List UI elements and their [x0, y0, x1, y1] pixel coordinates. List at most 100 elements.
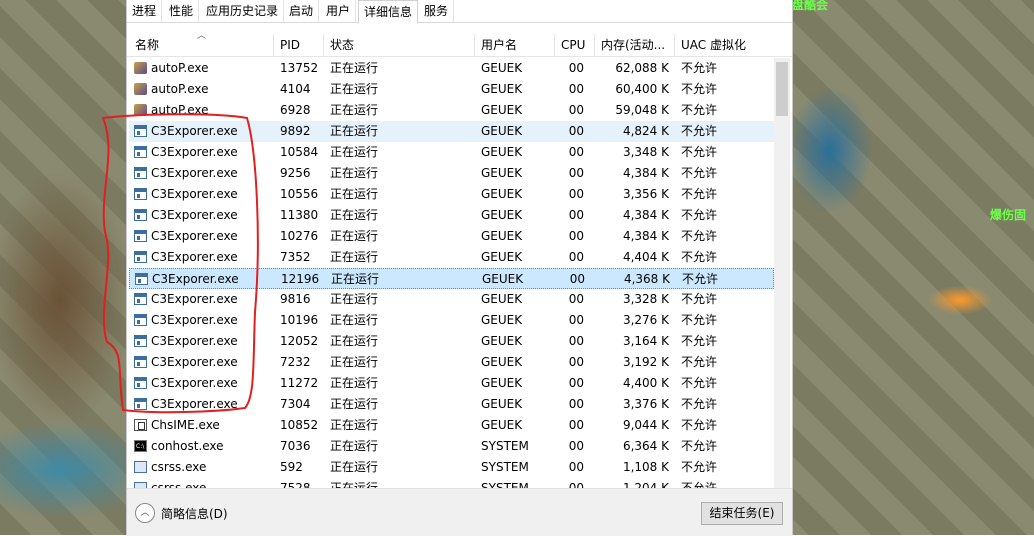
process-row[interactable]: csrss.exe 592 正在运行 SYSTEM 00 1,108 K 不允许	[129, 457, 774, 478]
process-username: GEUEK	[481, 250, 523, 264]
process-username: GEUEK	[482, 272, 524, 286]
tab-bar: 进程 性能 应用历史记录 启动 用户 详细信息 服务	[127, 0, 792, 24]
process-uac: 不允许	[681, 460, 718, 474]
process-cpu: 00	[568, 208, 584, 222]
process-cpu: 00	[568, 250, 584, 264]
process-uac: 不允许	[681, 82, 718, 96]
process-memory: 3,192 K	[622, 355, 669, 369]
process-status: 正在运行	[330, 481, 379, 488]
process-status: 正在运行	[330, 376, 379, 390]
process-name: ChsIME.exe	[151, 418, 220, 432]
process-username: GEUEK	[481, 166, 523, 180]
process-uac: 不允许	[681, 439, 718, 453]
column-header-username[interactable]: 用户名	[474, 34, 554, 56]
process-uac: 不允许	[681, 166, 718, 180]
process-cpu: 00	[569, 272, 585, 286]
process-status: 正在运行	[330, 334, 379, 348]
column-header-uac[interactable]: UAC 虚拟化	[674, 34, 774, 56]
process-memory: 4,384 K	[622, 166, 669, 180]
process-cpu: 00	[568, 166, 584, 180]
process-username: GEUEK	[481, 61, 523, 75]
process-row[interactable]: autoP.exe 13752 正在运行 GEUEK 00 62,088 K 不允许	[129, 58, 774, 79]
column-header-row: 名称 PID 状态 用户名 CPU 内存(活动... UAC 虚拟化	[127, 34, 792, 57]
process-status: 正在运行	[330, 460, 379, 474]
background-label-right: 爆伤固	[990, 208, 1027, 222]
process-memory: 4,404 K	[622, 250, 669, 264]
process-memory: 3,328 K	[622, 292, 669, 306]
process-uac: 不允许	[681, 61, 718, 75]
column-header-pid[interactable]: PID	[273, 34, 323, 56]
process-row[interactable]: autoP.exe 4104 正在运行 GEUEK 00 60,400 K 不允许	[129, 79, 774, 100]
process-username: GEUEK	[481, 292, 523, 306]
process-pid: 7036	[280, 439, 311, 453]
process-cpu: 00	[568, 355, 584, 369]
process-cpu: 00	[568, 145, 584, 159]
process-status: 正在运行	[330, 103, 379, 117]
tab-services[interactable]: 服务	[419, 0, 455, 22]
vertical-scrollbar[interactable]: ▲	[774, 58, 790, 488]
process-name: autoP.exe	[151, 82, 209, 96]
process-status: 正在运行	[330, 397, 379, 411]
process-uac: 不允许	[681, 355, 718, 369]
process-username: GEUEK	[481, 187, 523, 201]
process-uac: 不允许	[681, 124, 718, 138]
process-pid: 592	[280, 460, 303, 474]
process-pid: 4104	[280, 82, 311, 96]
process-status: 正在运行	[330, 82, 379, 96]
process-name: csrss.exe	[151, 481, 207, 488]
column-header-memory[interactable]: 内存(活动...	[594, 34, 674, 56]
fewer-details-label: 简略信息(D)	[161, 507, 228, 521]
column-header-name[interactable]: 名称	[129, 34, 275, 56]
process-pid: 13752	[280, 61, 319, 75]
process-cpu: 00	[568, 61, 584, 75]
process-pid: 7232	[280, 355, 311, 369]
process-uac: 不允许	[681, 145, 718, 159]
process-username: GEUEK	[481, 103, 523, 117]
process-pid: 9256	[280, 166, 311, 180]
process-uac: 不允许	[682, 272, 719, 286]
process-cpu: 00	[568, 124, 584, 138]
process-row[interactable]: csrss.exe 7528 正在运行 SYSTEM 00 1,204 K 不允许	[129, 478, 774, 488]
chevron-up-icon: ︿	[135, 503, 155, 523]
process-memory: 4,384 K	[622, 208, 669, 222]
tab-users[interactable]: 用户	[321, 0, 357, 22]
autop-icon	[134, 62, 147, 74]
process-cpu: 00	[568, 481, 584, 488]
autop-icon	[134, 83, 147, 95]
process-memory: 62,088 K	[615, 61, 669, 75]
process-pid: 11380	[280, 208, 319, 222]
process-uac: 不允许	[681, 229, 718, 243]
process-memory: 1,204 K	[622, 481, 669, 488]
process-status: 正在运行	[330, 313, 379, 327]
process-username: GEUEK	[481, 418, 523, 432]
process-uac: 不允许	[681, 292, 718, 306]
process-status: 正在运行	[330, 166, 379, 180]
process-memory: 3,276 K	[622, 313, 669, 327]
tab-performance[interactable]: 性能	[164, 0, 200, 22]
process-cpu: 00	[568, 397, 584, 411]
system-process-icon	[134, 461, 147, 473]
process-username: GEUEK	[481, 208, 523, 222]
process-row[interactable]: ChsIME.exe 10852 正在运行 GEUEK 00 9,044 K 不允许	[129, 415, 774, 436]
process-row[interactable]: conhost.exe 7036 正在运行 SYSTEM 00 6,364 K 不允许	[129, 436, 774, 457]
process-cpu: 00	[568, 292, 584, 306]
tab-processes[interactable]: 进程	[127, 0, 163, 22]
process-cpu: 00	[568, 82, 584, 96]
process-status: 正在运行	[330, 250, 379, 264]
process-uac: 不允许	[681, 481, 718, 488]
process-username: GEUEK	[481, 334, 523, 348]
process-username: SYSTEM	[481, 460, 529, 474]
end-task-button[interactable]: 结束任务(E)	[701, 502, 783, 525]
tab-details[interactable]: 详细信息	[358, 0, 419, 24]
tab-app-history[interactable]: 应用历史记录	[201, 0, 285, 22]
column-header-cpu[interactable]: CPU	[554, 34, 594, 56]
scrollbar-thumb[interactable]	[776, 62, 788, 116]
console-icon	[134, 436, 147, 457]
process-memory: 4,824 K	[622, 124, 669, 138]
process-name: csrss.exe	[151, 460, 207, 474]
process-status: 正在运行	[330, 124, 379, 138]
process-memory: 60,400 K	[615, 82, 669, 96]
column-header-status[interactable]: 状态	[323, 34, 474, 56]
tab-startup[interactable]: 启动	[284, 0, 320, 22]
ime-icon	[134, 419, 147, 431]
